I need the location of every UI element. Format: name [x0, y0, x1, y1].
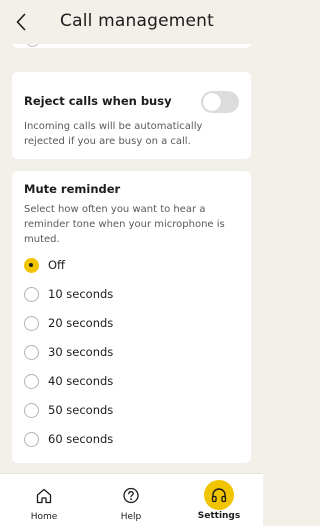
mute-option-10[interactable]: 10 seconds	[24, 282, 239, 306]
mute-reminder-description: Select how often you want to hear a remi…	[24, 204, 225, 245]
nav-help-label: Help	[120, 512, 142, 522]
radio-icon	[24, 373, 39, 389]
headphones-icon	[204, 480, 234, 510]
nav-home[interactable]: Home	[14, 474, 74, 526]
option-label: Off	[48, 258, 65, 272]
bottom-navigation: Home Help Settings	[0, 473, 263, 526]
option-label: 20 seconds	[48, 316, 114, 330]
option-label: 10 seconds	[48, 287, 114, 301]
chevron-left-icon	[16, 13, 26, 31]
radio-icon	[24, 344, 39, 360]
back-button[interactable]	[10, 10, 32, 34]
option-label: 60 seconds	[48, 432, 114, 446]
mute-option-40[interactable]: 40 seconds	[24, 369, 239, 393]
help-icon	[118, 483, 144, 509]
mute-option-off[interactable]: Off	[24, 253, 239, 277]
nav-home-label: Home	[30, 512, 58, 522]
mute-option-30[interactable]: 30 seconds	[24, 340, 239, 364]
nav-help[interactable]: Help	[101, 474, 161, 526]
toggle-knob	[203, 93, 221, 111]
home-icon	[31, 483, 57, 509]
reject-calls-toggle[interactable]	[201, 91, 239, 113]
option-label: 30 seconds	[48, 345, 114, 359]
option-label: 50 seconds	[48, 403, 114, 417]
mute-reminder-card: Mute reminder Select how often you want …	[12, 171, 251, 463]
nav-settings-label: Settings	[197, 511, 241, 521]
radio-icon	[24, 315, 39, 331]
reject-calls-title: Reject calls when busy	[24, 94, 172, 108]
mute-reminder-title: Mute reminder	[24, 182, 121, 196]
top-bar: Call management	[0, 0, 263, 44]
radio-icon	[24, 286, 39, 302]
option-label: 40 seconds	[48, 374, 114, 388]
reject-calls-card: Reject calls when busy Incoming calls wi…	[12, 72, 251, 159]
mute-option-60[interactable]: 60 seconds	[24, 427, 239, 451]
radio-icon	[24, 431, 39, 447]
page-title: Call management	[60, 11, 215, 31]
mute-option-50[interactable]: 50 seconds	[24, 398, 239, 422]
nav-settings[interactable]: Settings	[189, 474, 249, 526]
radio-icon	[24, 402, 39, 418]
radio-selected-icon	[24, 257, 39, 273]
reject-calls-description: Incoming calls will be automatically rej…	[24, 121, 203, 147]
mute-option-20[interactable]: 20 seconds	[24, 311, 239, 335]
